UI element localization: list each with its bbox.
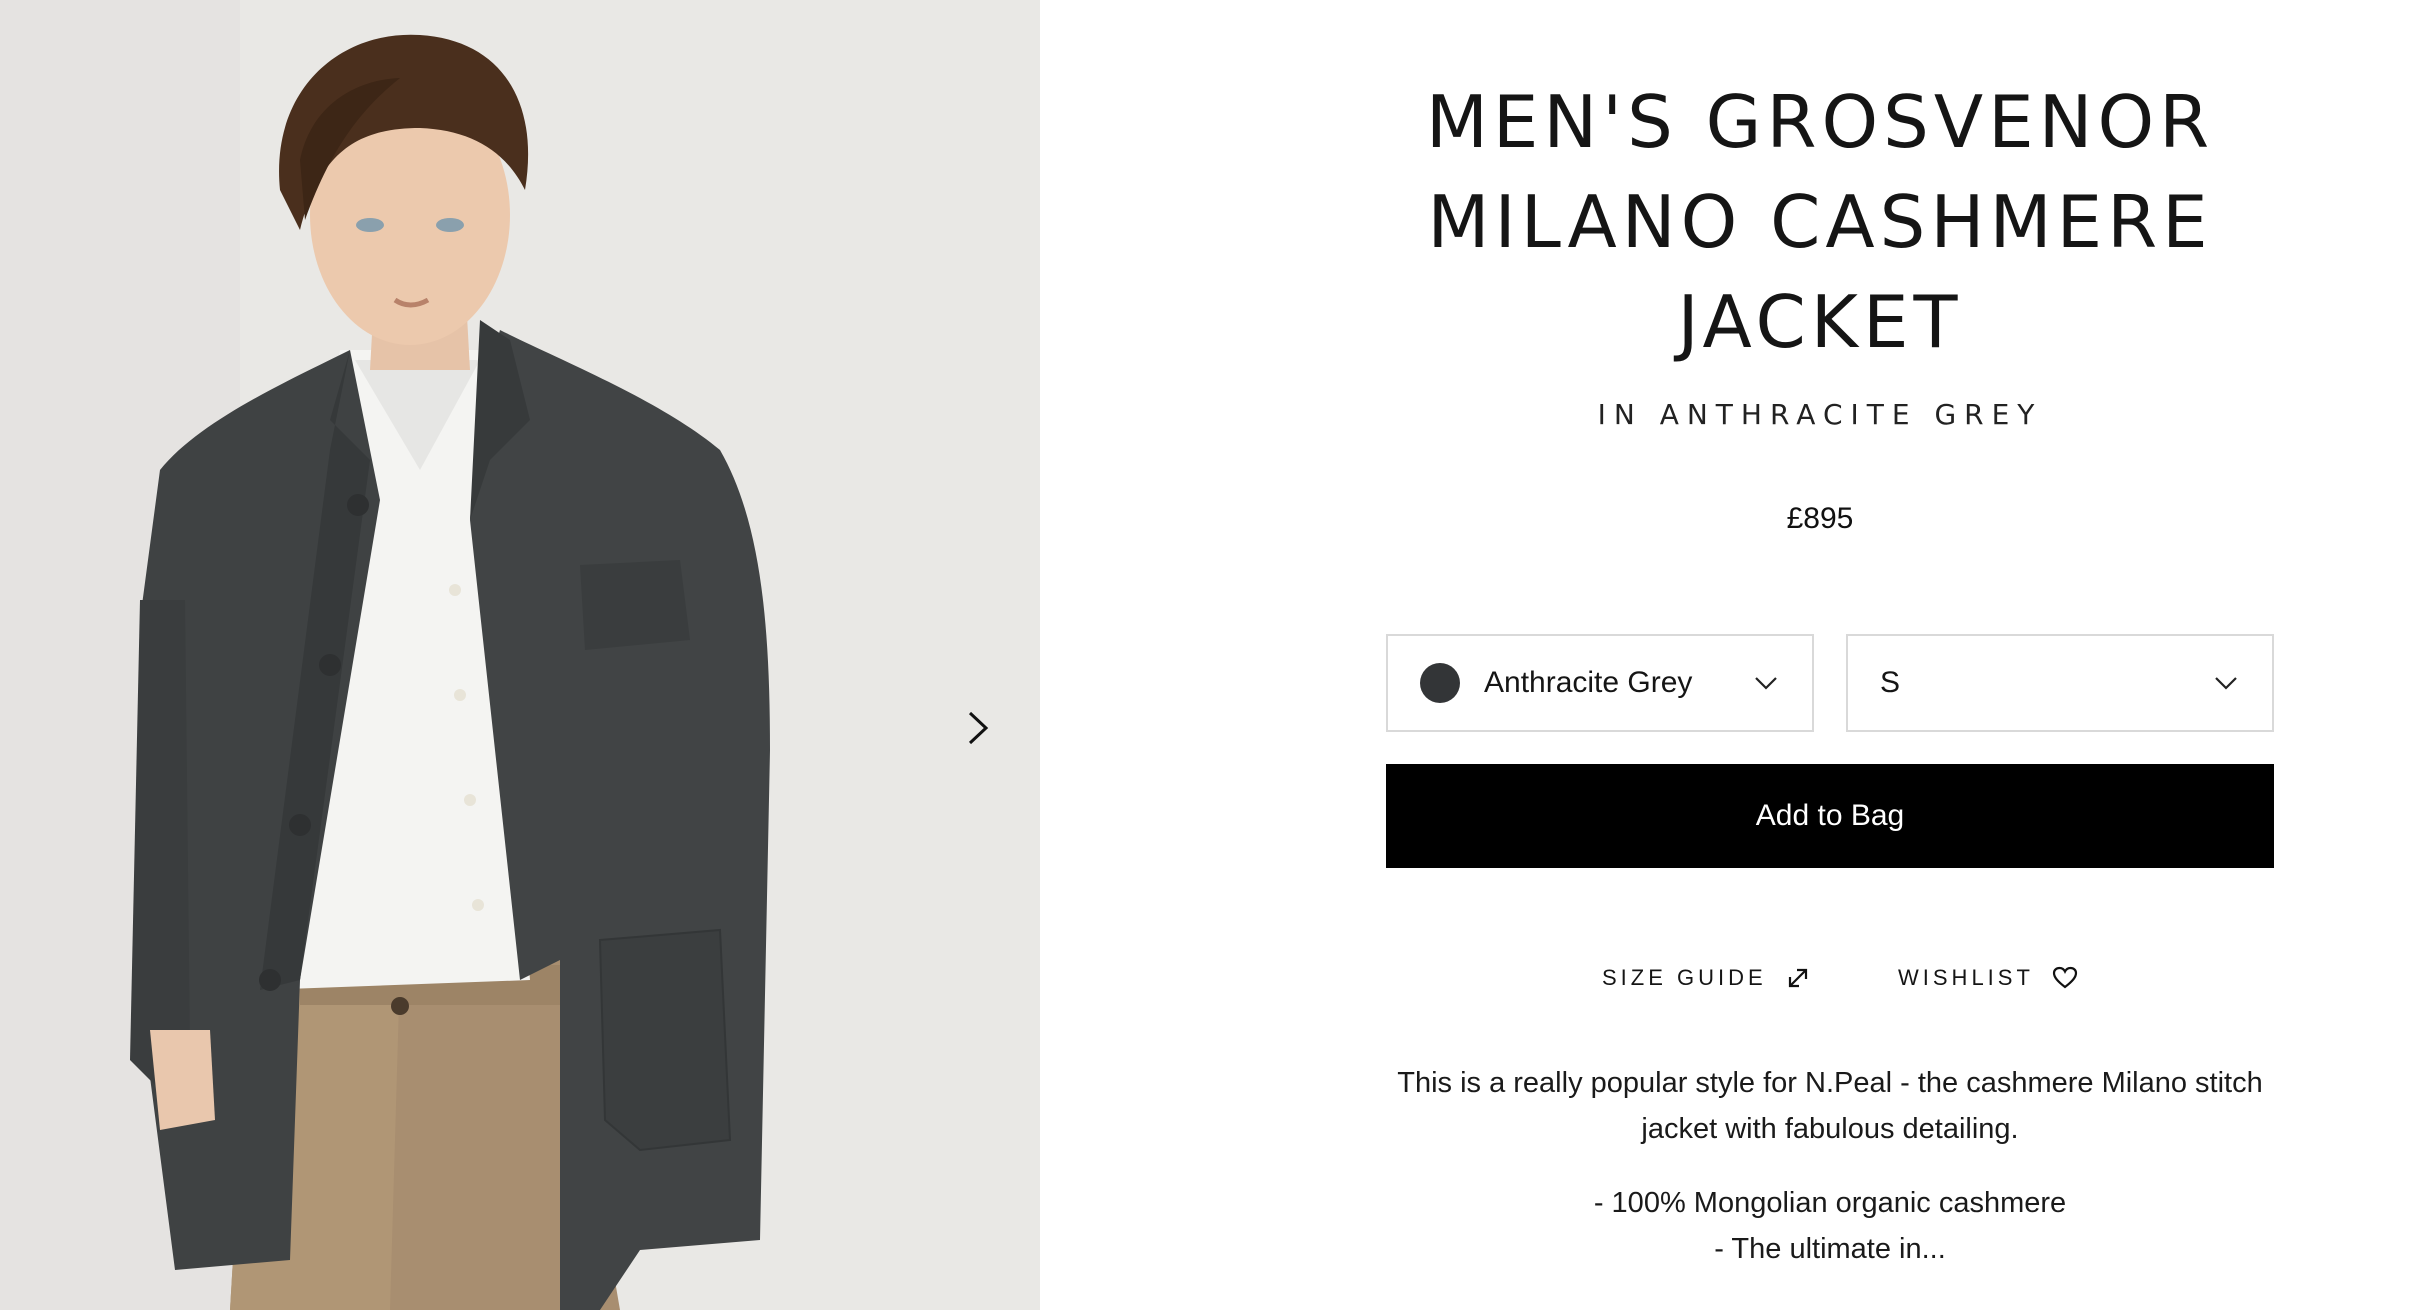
description-intro: This is a really popular style for N.Pea…: [1397, 1067, 2263, 1145]
size-select-value: S: [1880, 666, 1901, 699]
wishlist-link[interactable]: WISHLIST: [1898, 958, 2078, 998]
product-description: This is a really popular style for N.Pea…: [1380, 1060, 2280, 1300]
size-guide-link[interactable]: SIZE GUIDE: [1602, 958, 1811, 998]
add-to-bag-button[interactable]: Add to Bag: [1386, 764, 2274, 868]
product-price: £895: [1786, 502, 1854, 535]
product-image-gallery: [0, 0, 1040, 1310]
description-bullet: - The ultimate in...: [1714, 1233, 1946, 1265]
color-select[interactable]: Anthracite Grey: [1386, 634, 1814, 732]
product-color-subtitle: IN ANTHRACITE GREY: [1597, 398, 2043, 431]
chevron-down-icon: [1755, 677, 1777, 690]
carousel-next-button[interactable]: [952, 702, 1004, 754]
color-select-value: Anthracite Grey: [1484, 666, 1693, 699]
color-swatch: [1420, 663, 1460, 703]
size-guide-label: SIZE GUIDE: [1602, 965, 1767, 990]
external-link-icon: [1788, 968, 1807, 988]
chevron-right-icon: [968, 711, 989, 745]
product-info-panel: MEN'S GROSVENOR MILANO CASHMERE JACKET I…: [1040, 0, 2428, 1310]
heart-icon: [2052, 966, 2078, 989]
description-bullets: - 100% Mongolian organic cashmere - The …: [1380, 1180, 2280, 1272]
wishlist-label: WISHLIST: [1898, 965, 2034, 990]
size-select[interactable]: S: [1846, 634, 2274, 732]
product-page: MEN'S GROSVENOR MILANO CASHMERE JACKET I…: [0, 0, 2428, 1310]
product-title: MEN'S GROSVENOR MILANO CASHMERE JACKET: [1425, 80, 2215, 364]
description-bullet: - 100% Mongolian organic cashmere: [1593, 1187, 2067, 1219]
chevron-down-icon: [2215, 677, 2237, 690]
product-photo: [0, 0, 1040, 1310]
